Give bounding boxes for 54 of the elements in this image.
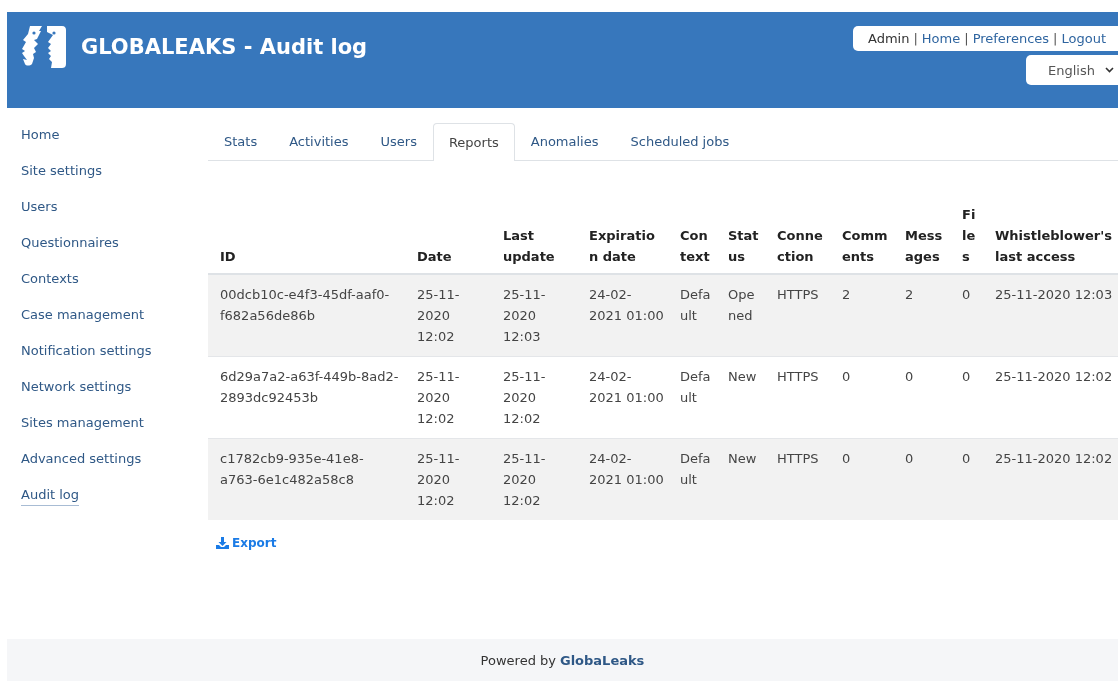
sidebar-item[interactable]: Case management	[21, 304, 145, 326]
table-cell: Opened	[716, 274, 765, 357]
sidebar-item[interactable]: Users	[21, 196, 58, 218]
separator: |	[913, 31, 918, 46]
table-cell: New	[716, 438, 765, 520]
table-cell: 25-11-2020 12:02	[405, 274, 491, 357]
header-link[interactable]: Preferences	[972, 31, 1050, 46]
sidebar-item[interactable]: Home	[21, 124, 60, 146]
table-cell: 00dcb10c-e4f3-45df-aaf0-f682a56de86b	[208, 274, 405, 357]
table-cell: 0	[950, 274, 983, 357]
table-cell: HTTPS	[765, 438, 830, 520]
download-icon	[216, 537, 229, 549]
header-link[interactable]: Home	[921, 31, 961, 46]
separator: |	[1053, 31, 1058, 46]
footer-text: Powered by	[480, 652, 556, 668]
tab[interactable]: Anomalies	[514, 123, 615, 160]
table-cell: 0	[830, 438, 893, 520]
table-cell: 25-11-2020 12:03	[983, 274, 1118, 357]
table-cell: 0	[893, 438, 950, 520]
tab[interactable]: Stats	[208, 123, 274, 160]
sidebar-item[interactable]: Advanced settings	[21, 448, 142, 470]
language-select[interactable]: English	[1026, 55, 1118, 85]
chevron-down-icon	[1105, 67, 1114, 73]
table-cell: Default	[668, 438, 716, 520]
table-cell: 0	[950, 438, 983, 520]
sidebar-item[interactable]: Site settings	[21, 160, 102, 182]
table-cell: 24-02-2021 01:00	[577, 438, 668, 520]
sidebar-item[interactable]: Questionnaires	[21, 232, 119, 254]
page-title: GLOBALEAKS - Audit log	[81, 35, 368, 59]
tab[interactable]: Users	[364, 123, 433, 160]
table-cell: HTTPS	[765, 274, 830, 357]
sidebar-item[interactable]: Contexts	[21, 268, 79, 290]
table-cell: 2	[830, 274, 893, 357]
footer-link[interactable]: GlobaLeaks	[559, 652, 645, 668]
table-cell: 25-11-2020 12:02	[491, 438, 577, 520]
table-cell: Default	[668, 274, 716, 357]
table-cell: 25-11-2020 12:02	[405, 438, 491, 520]
faces-logo-icon	[21, 24, 67, 70]
sidebar-item[interactable]: Audit log	[21, 484, 80, 506]
table-cell: 25-11-2020 12:02	[983, 438, 1118, 520]
tab[interactable]: Activities	[273, 123, 365, 160]
sidebar-item[interactable]: Network settings	[21, 376, 132, 398]
separator: |	[964, 31, 969, 46]
tab[interactable]: Scheduled jobs	[614, 123, 746, 160]
table-cell: 25-11-2020 12:03	[491, 274, 577, 357]
user-name: Admin	[868, 31, 910, 46]
tab[interactable]: Reports	[432, 123, 515, 161]
table-cell: c1782cb9-935e-41e8-a763-6e1c482a58c8	[208, 438, 405, 520]
export-link[interactable]: Export	[216, 536, 277, 550]
table-cell: 24-02-2021 01:00	[577, 274, 668, 357]
table-cell: 2	[893, 274, 950, 357]
header-link[interactable]: Logout	[1061, 31, 1106, 46]
sidebar-item[interactable]: Sites management	[21, 412, 144, 434]
sidebar-item[interactable]: Notification settings	[21, 340, 152, 362]
